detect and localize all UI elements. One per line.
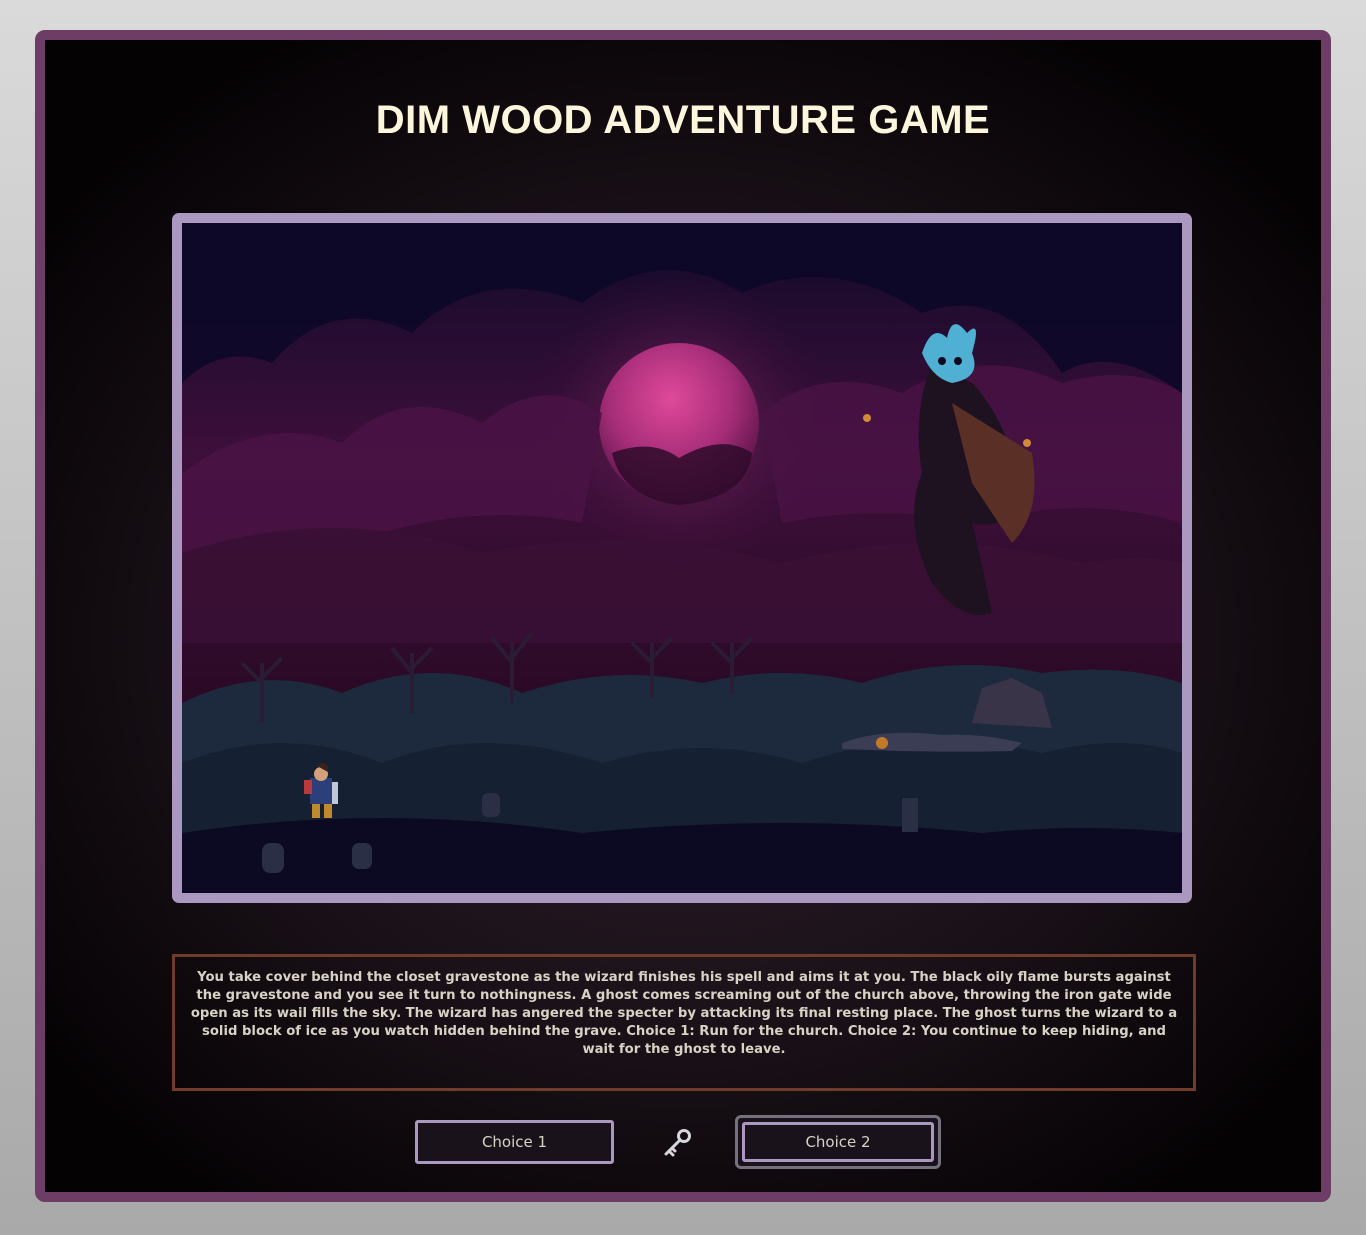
choice-2-label: Choice 2 — [805, 1133, 871, 1151]
choice-1-label: Choice 1 — [481, 1133, 548, 1151]
ground — [182, 818, 1182, 893]
story-text-box: You take cover behind the closet gravest… — [172, 954, 1196, 1091]
game-title: DIM WOOD ADVENTURE GAME — [375, 98, 991, 142]
choice-2-button[interactable]: Choice 2 — [735, 1115, 941, 1169]
scene-image-frame — [172, 213, 1192, 903]
choice-1-button[interactable]: Choice 1 — [415, 1120, 614, 1164]
story-text: You take cover behind the closet gravest… — [190, 970, 1178, 1057]
key-icon[interactable] — [660, 1127, 694, 1161]
choice-2-inner: Choice 2 — [742, 1122, 934, 1162]
scene-illustration — [182, 223, 1182, 893]
game-frame: DIM WOOD ADVENTURE GAME You take cover b… — [35, 30, 1331, 1202]
